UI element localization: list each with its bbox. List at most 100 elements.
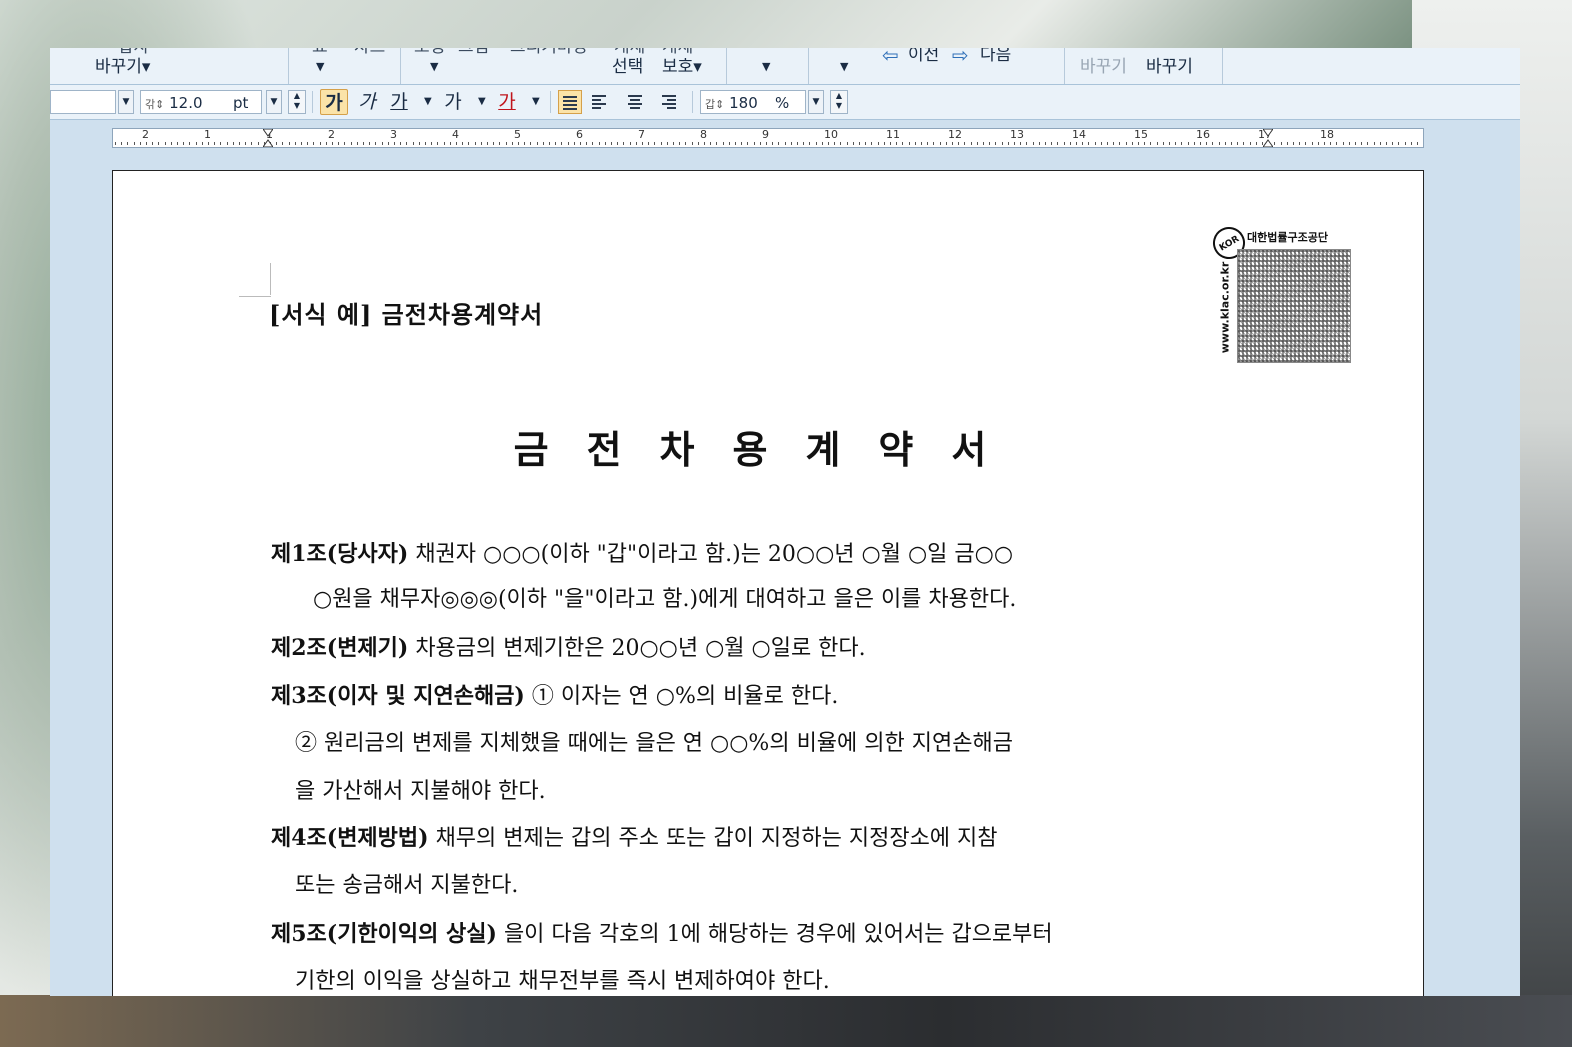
ruler-tick xyxy=(450,142,451,145)
ruler-tick xyxy=(1082,142,1083,145)
misc-dropdown-caret[interactable]: ▼ xyxy=(762,58,770,76)
ruler-tick xyxy=(375,142,376,145)
find-dropdown-caret[interactable]: ▼ xyxy=(840,58,848,76)
clause-4-continuation: 또는 송금해서 지불한다. xyxy=(295,873,519,898)
object-protect-button-top[interactable]: 개체 xyxy=(662,48,693,56)
line-spacing-field[interactable]: 갑⇕ 180 % xyxy=(700,90,806,114)
horizontal-ruler[interactable]: 21123456789101112131415161718 xyxy=(112,128,1424,148)
replace-disabled-button[interactable]: 바꾸기 xyxy=(1080,58,1127,76)
ruler-tick xyxy=(754,142,755,145)
ruler-tick xyxy=(797,142,798,145)
ruler-tick xyxy=(1064,142,1065,145)
separator xyxy=(312,91,313,113)
replace-dropdown-button[interactable]: 바꾸기▾ xyxy=(95,58,150,76)
shape-dropdown-caret[interactable]: ▼ xyxy=(430,58,438,76)
ruler-tick xyxy=(276,142,277,145)
ruler-tick xyxy=(227,142,228,145)
ruler-tick xyxy=(679,142,680,145)
next-button[interactable]: 다음 xyxy=(980,48,1011,64)
ruler-tick xyxy=(1138,142,1139,145)
underline-button[interactable]: 가 xyxy=(386,89,412,115)
font-size-field[interactable]: 갂⇕ 12.0 pt xyxy=(140,90,262,114)
style-dropdown-button[interactable]: ▼ xyxy=(118,90,134,114)
style-field[interactable] xyxy=(50,90,116,114)
ruler-tick xyxy=(809,142,810,145)
clause-text: 을이 다음 각호의 1에 해당하는 경우에 있어서는 갑으로부터 xyxy=(496,922,1053,947)
ruler-tick xyxy=(878,142,879,145)
object-protect-button[interactable]: 보호▾ xyxy=(662,58,702,76)
ruler-tick xyxy=(1076,142,1077,145)
chart-button[interactable]: 차트 xyxy=(354,48,385,56)
document-page[interactable]: KOR 대한법률구조공단 www.klac.or.kr [서식 예] 금전차용계… xyxy=(112,170,1424,996)
strikethrough-button[interactable]: 가 xyxy=(440,89,466,115)
ruler-tick xyxy=(1318,142,1319,145)
ruler-tick xyxy=(977,142,978,145)
ruler-tick xyxy=(406,142,407,145)
object-select-button-top[interactable]: 개체 xyxy=(614,48,645,56)
ruler-tick xyxy=(289,142,290,145)
table-dropdown-caret[interactable]: ▼ xyxy=(316,58,324,76)
find-replace-button[interactable]: 바꾸기 xyxy=(1146,58,1193,76)
ruler-tick xyxy=(115,142,116,145)
ruler-tick xyxy=(1361,142,1362,145)
center-align-button[interactable] xyxy=(624,90,648,114)
klac-qr-stamp: KOR 대한법률구조공단 www.klac.or.kr xyxy=(1207,221,1353,367)
clause-heading: 제4조(변제방법) xyxy=(271,825,429,851)
font-size-dropdown-button[interactable]: ▼ xyxy=(266,90,282,114)
ruler-label: 18 xyxy=(1320,128,1334,141)
font-size-unit: pt xyxy=(233,94,249,112)
line-spacing-dropdown-button[interactable]: ▼ xyxy=(808,90,824,114)
bold-button[interactable]: 가 xyxy=(320,89,348,115)
underline-dropdown-caret[interactable]: ▼ xyxy=(424,89,432,115)
shape-button[interactable]: 도형 xyxy=(414,48,445,56)
ruler-tick xyxy=(642,142,643,145)
qr-code-icon xyxy=(1237,249,1351,363)
strikethrough-dropdown-caret[interactable]: ▼ xyxy=(478,89,486,115)
right-indent-marker-icon[interactable] xyxy=(1262,128,1274,148)
clause-text: ① 이자는 연 ○%의 비율로 한다. xyxy=(524,684,839,709)
italic-button[interactable]: 가 xyxy=(354,89,380,115)
ruler-tick xyxy=(741,142,742,145)
ruler-label: 9 xyxy=(762,128,769,141)
table-button[interactable]: 표 xyxy=(312,48,328,56)
ruler-tick xyxy=(1305,142,1306,145)
document-title: 금전차용계약서 xyxy=(513,427,1025,472)
left-indent-marker-icon[interactable] xyxy=(262,128,274,148)
picture-button[interactable]: 그림 xyxy=(458,48,489,56)
ruler-tick xyxy=(382,142,383,145)
prev-button[interactable]: 이전 xyxy=(908,48,939,64)
right-align-button[interactable] xyxy=(658,90,682,114)
prev-arrow-icon[interactable]: ⇦ xyxy=(882,48,899,65)
ruler-tick xyxy=(1312,142,1313,145)
font-color-button[interactable]: 가 xyxy=(494,89,520,115)
ruler-tick xyxy=(431,142,432,145)
ruler-tick xyxy=(853,142,854,145)
font-size-spinner[interactable]: ▲ ▼ xyxy=(288,90,306,114)
ruler-tick xyxy=(735,142,736,145)
ruler-tick xyxy=(1008,142,1009,145)
object-select-button[interactable]: 선택 xyxy=(612,58,643,76)
ruler-tick xyxy=(778,142,779,145)
ruler-tick xyxy=(512,142,513,145)
clause-heading: 제1조(당사자) xyxy=(271,541,409,567)
justify-align-button[interactable] xyxy=(558,90,582,114)
ruler-tick xyxy=(1274,142,1275,145)
line-spacing-unit: % xyxy=(775,94,790,112)
ruler-tick xyxy=(1398,142,1399,145)
ruler-tick xyxy=(487,142,488,145)
line-spacing-spinner[interactable]: ▲ ▼ xyxy=(830,90,848,114)
next-arrow-icon[interactable]: ⇨ xyxy=(952,48,969,65)
ruler-tick xyxy=(1095,142,1096,145)
ruler-tick xyxy=(400,142,401,145)
ruler-tick xyxy=(196,142,197,145)
ruler-tick xyxy=(537,142,538,145)
ruler-tick xyxy=(475,142,476,145)
drawing-gallery-button[interactable]: 그리기마당 xyxy=(510,48,588,56)
ruler-tick xyxy=(1070,142,1071,145)
ruler-tick xyxy=(326,142,327,145)
ruler-tick xyxy=(1392,142,1393,145)
ruler-tick xyxy=(648,142,649,145)
ruler-tick xyxy=(419,142,420,145)
left-align-button[interactable] xyxy=(588,90,612,114)
font-color-dropdown-caret[interactable]: ▼ xyxy=(532,89,540,115)
